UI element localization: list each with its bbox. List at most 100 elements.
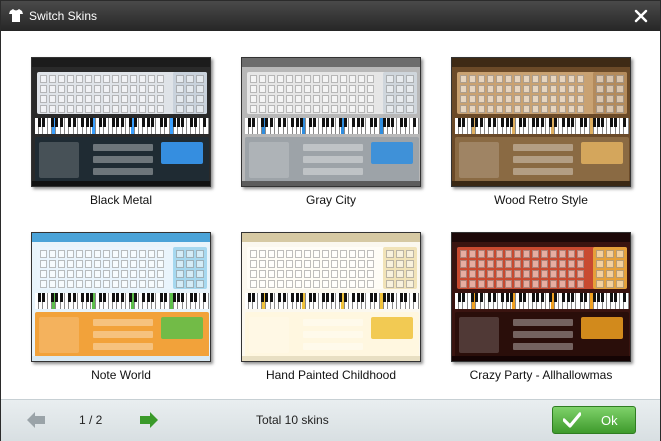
preview-black-key [282,293,286,302]
preview-black-key [133,293,137,302]
skin-tile-wood-retro-style[interactable]: Wood Retro Style [451,57,631,207]
preview-black-key [85,118,89,127]
preview-key [40,105,47,113]
preview-staff [459,142,499,178]
preview-display [581,142,623,164]
preview-control-panel [35,312,209,358]
preview-key [176,270,184,278]
close-icon[interactable] [632,7,650,25]
preview-key [396,95,404,103]
preview-piano [35,118,209,134]
preview-black-key [326,293,330,302]
skin-thumbnail [451,57,631,187]
skin-label: Note World [91,368,151,382]
preview-key [148,250,155,258]
skin-tile-black-metal[interactable]: Black Metal [31,57,211,207]
preview-key [577,260,584,268]
preview-black-key [579,293,583,302]
preview-key [505,95,512,103]
preview-black-key [523,118,527,127]
preview-key [358,250,365,258]
preview-black-key [247,118,251,127]
preview-key [550,260,557,268]
skin-label: Hand Painted Childhood [265,368,397,382]
preview-key [121,95,128,103]
preview-black-key [326,118,330,127]
previous-page-arrow-icon[interactable] [25,409,47,431]
preview-key [396,75,404,83]
preview-key [577,105,584,113]
preview-key [568,75,575,83]
preview-black-key [278,118,282,127]
preview-key [196,75,204,83]
preview-display [371,142,413,164]
preview-key [121,105,128,113]
preview-black-key [247,293,251,302]
dialog-footer: 1 / 2 Total 10 skins Ok [1,399,660,441]
preview-field [93,343,153,350]
preview-key [349,75,356,83]
skin-tile-gray-city[interactable]: Gray City [241,57,421,207]
preview-key [559,260,566,268]
preview-black-key [291,118,295,127]
preview-key [460,250,467,258]
preview-key [313,75,320,83]
preview-key [514,95,521,103]
skin-tile-note-world[interactable]: Note World [31,232,211,382]
skin-tile-hand-painted-childhood[interactable]: Hand Painted Childhood [241,232,421,382]
preview-black-key [116,293,120,302]
preview-key [58,270,65,278]
preview-key [396,270,404,278]
ok-button[interactable]: Ok [552,406,636,434]
preview-black-key [387,118,391,127]
skin-tile-crazy-party-allhallowmas[interactable]: Crazy Party - Allhallowmas [451,232,631,382]
preview-staff [249,142,289,178]
preview-black-key [343,293,347,302]
preview-key [286,260,293,268]
preview-key [349,280,356,288]
preview-key [67,105,74,113]
preview-key [606,75,614,83]
preview-key [523,250,530,258]
preview-black-key [614,293,618,302]
preview-key [130,85,137,93]
preview-key [259,75,266,83]
dialog-title: Switch Skins [29,9,98,23]
preview-black-key [150,293,154,302]
preview-black-key [356,293,360,302]
preview-key [487,270,494,278]
preview-black-key [413,118,417,127]
preview-key [358,95,365,103]
preview-key [295,280,302,288]
preview-key [322,75,329,83]
preview-black-key [194,293,198,302]
preview-black-key [269,118,273,127]
preview-key [94,280,101,288]
preview-key [176,280,184,288]
preview-key [277,95,284,103]
preview-key [121,250,128,258]
preview-key [523,75,530,83]
preview-title-bar [242,58,420,67]
preview-field [513,343,573,350]
preview-display [371,317,413,339]
preview-black-key [181,118,185,127]
preview-black-key [479,293,483,302]
preview-black-key [610,118,614,127]
preview-key [250,105,257,113]
preview-black-key [597,118,601,127]
preview-key [577,85,584,93]
next-page-arrow-icon[interactable] [138,409,160,431]
preview-key [568,85,575,93]
preview-black-key [462,118,466,127]
preview-key [268,85,275,93]
preview-black-key [269,293,273,302]
preview-key [313,95,320,103]
preview-key [616,260,624,268]
preview-key [94,250,101,258]
preview-key [322,260,329,268]
preview-key [541,105,548,113]
preview-status-bar [32,356,210,361]
preview-key [523,280,530,288]
preview-key [139,260,146,268]
